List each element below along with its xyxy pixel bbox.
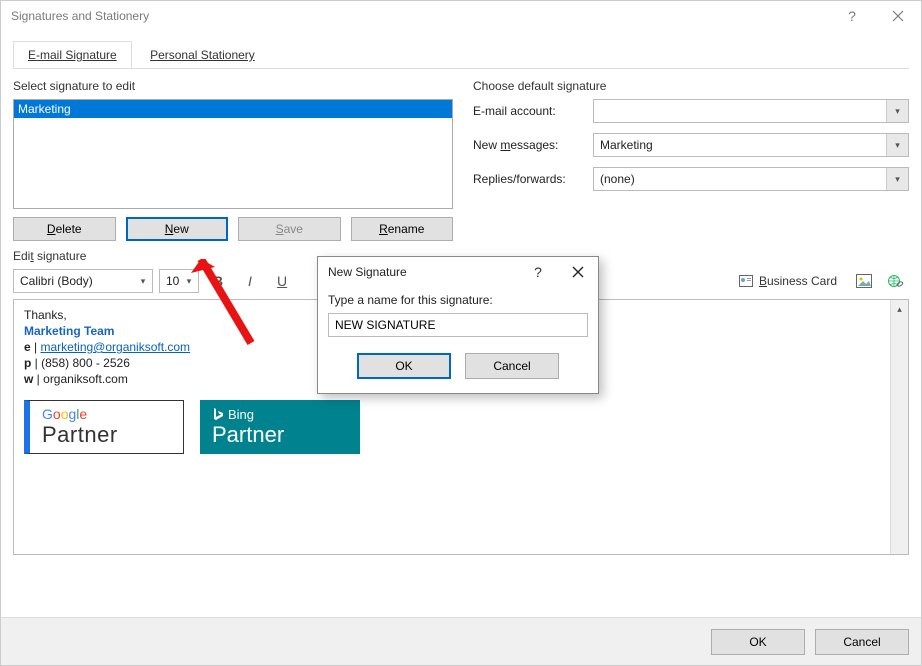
- select-signature-label: Select signature to edit: [13, 79, 453, 93]
- popup-prompt: Type a name for this signature:: [328, 293, 588, 307]
- popup-cancel-button[interactable]: Cancel: [465, 353, 559, 379]
- rename-button[interactable]: Rename: [351, 217, 454, 241]
- partner-badges: Google Partner Bing Partner: [24, 400, 898, 454]
- delete-button[interactable]: Delete: [13, 217, 116, 241]
- list-item[interactable]: Marketing: [14, 100, 452, 118]
- popup-close-button[interactable]: [558, 257, 598, 287]
- bing-partner-badge: Bing Partner: [200, 400, 360, 454]
- image-icon: [856, 274, 872, 288]
- bing-logo: Bing: [212, 407, 284, 422]
- save-button[interactable]: Save: [238, 217, 341, 241]
- close-button[interactable]: [875, 1, 921, 31]
- signature-name-input[interactable]: [328, 313, 588, 337]
- font-name-combo[interactable]: Calibri (Body)▾: [13, 269, 153, 293]
- popup-ok-button[interactable]: OK: [357, 353, 451, 379]
- scroll-up-icon[interactable]: ▴: [891, 300, 908, 318]
- new-button[interactable]: New: [126, 217, 229, 241]
- image-button[interactable]: [851, 269, 877, 293]
- email-account-label: E-mail account:: [473, 104, 593, 118]
- google-logo: Google: [42, 406, 118, 422]
- signature-list[interactable]: Marketing: [13, 99, 453, 209]
- chevron-down-icon: ▾: [180, 276, 198, 287]
- chevron-down-icon: ▾: [886, 134, 908, 156]
- font-size-combo[interactable]: 10▾: [159, 269, 199, 293]
- email-account-combo[interactable]: ▾: [593, 99, 909, 123]
- popup-title: New Signature: [328, 265, 407, 279]
- hyperlink-button[interactable]: [883, 269, 909, 293]
- popup-help-button[interactable]: ?: [518, 257, 558, 287]
- chevron-down-icon: ▾: [134, 276, 152, 287]
- globe-link-icon: [887, 274, 905, 288]
- tabs: E-mail Signature Personal Stationery: [13, 41, 909, 69]
- close-icon: [572, 266, 584, 278]
- signatures-dialog: Signatures and Stationery ? E-mail Signa…: [0, 0, 922, 666]
- popup-titlebar: New Signature ?: [318, 257, 598, 287]
- new-messages-value: Marketing: [600, 138, 653, 152]
- underline-button[interactable]: U: [269, 269, 295, 293]
- chevron-down-icon: ▾: [886, 100, 908, 122]
- new-signature-popup: New Signature ? Type a name for this sig…: [317, 256, 599, 394]
- dialog-ok-button[interactable]: OK: [711, 629, 805, 655]
- google-partner-badge: Google Partner: [24, 400, 184, 454]
- bing-icon: [212, 407, 224, 421]
- dialog-cancel-button[interactable]: Cancel: [815, 629, 909, 655]
- replies-label: Replies/forwards:: [473, 172, 593, 186]
- replies-value: (none): [600, 172, 635, 186]
- tab-personal-stationery[interactable]: Personal Stationery: [135, 41, 270, 68]
- new-messages-label: New messages:: [473, 138, 593, 152]
- window-title: Signatures and Stationery: [11, 9, 149, 23]
- tab-email-signature[interactable]: E-mail Signature: [13, 41, 132, 68]
- sig-email-link[interactable]: marketing@organiksoft.com: [40, 340, 190, 354]
- new-messages-combo[interactable]: Marketing ▾: [593, 133, 909, 157]
- chevron-down-icon: ▾: [886, 168, 908, 190]
- italic-button[interactable]: I: [237, 269, 263, 293]
- card-icon: [739, 275, 753, 287]
- titlebar: Signatures and Stationery ?: [1, 1, 921, 31]
- defaults-label: Choose default signature: [473, 79, 909, 93]
- editor-scrollbar[interactable]: ▴: [890, 300, 908, 554]
- close-icon: [892, 10, 904, 22]
- bold-button[interactable]: B: [205, 269, 231, 293]
- dialog-footer: OK Cancel: [1, 617, 921, 665]
- business-card-button[interactable]: Business Card: [731, 269, 845, 293]
- help-button[interactable]: ?: [829, 1, 875, 31]
- replies-combo[interactable]: (none) ▾: [593, 167, 909, 191]
